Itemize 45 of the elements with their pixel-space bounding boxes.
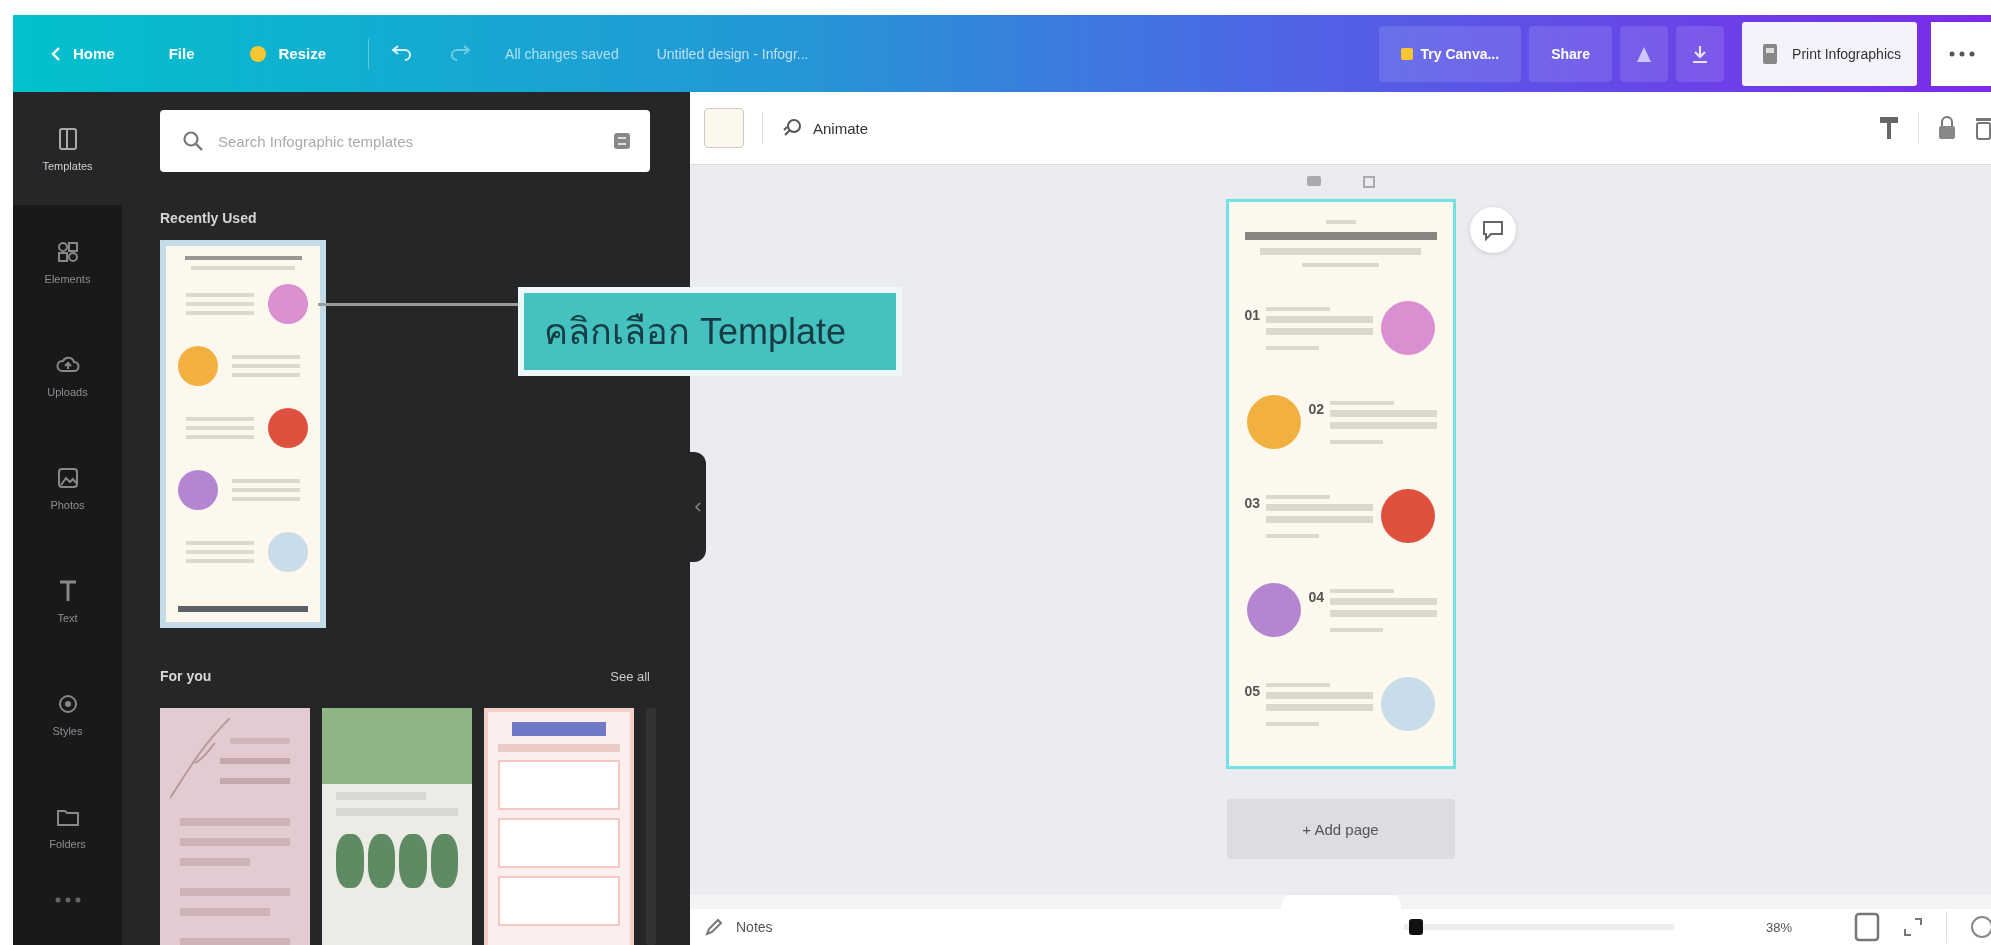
rail-tab[interactable]: Templates [13, 92, 122, 205]
panel-collapse-handle[interactable] [690, 452, 706, 562]
share-button[interactable]: Share [1529, 25, 1613, 82]
undo-icon [391, 43, 414, 61]
step-number: 03 [1244, 494, 1261, 511]
animate-button[interactable]: Animate [781, 117, 869, 139]
insights-button[interactable] [1620, 25, 1669, 82]
more-icon[interactable] [54, 897, 81, 903]
page-icon[interactable] [1854, 912, 1880, 942]
background-color-swatch[interactable] [704, 108, 744, 148]
infographic-page[interactable]: 01 02 03 04 05 [1225, 199, 1456, 769]
print-button[interactable]: Print Infographics [1742, 21, 1917, 86]
template-card[interactable] [484, 708, 634, 945]
try-pro-button[interactable]: Try Canva... [1378, 25, 1522, 82]
template-thumbnail[interactable] [160, 240, 326, 628]
comment-icon [1480, 219, 1505, 241]
notes-icon [704, 917, 724, 937]
section-title: Recently Used [160, 210, 258, 226]
see-all-link[interactable]: See all [610, 669, 650, 684]
document-icon [1762, 42, 1779, 65]
lock-icon[interactable] [1937, 115, 1957, 141]
more-button[interactable] [1931, 21, 1991, 86]
paint-roller-icon[interactable] [1878, 115, 1900, 141]
annotation-label: คลิกเลือก Template [518, 287, 903, 376]
step-number: 04 [1308, 588, 1325, 605]
section-title: For you [160, 668, 212, 684]
more-icon [1949, 50, 1975, 57]
chevron-left-icon [51, 45, 61, 62]
zoom-percentage[interactable]: 38% [1765, 919, 1792, 935]
search-field[interactable]: Search Infographic templates [160, 110, 650, 172]
redo-icon [449, 43, 472, 61]
filter-icon[interactable] [612, 131, 632, 151]
add-page-button[interactable]: + Add page [1226, 799, 1455, 859]
step-number: 02 [1308, 400, 1325, 417]
step-number: 01 [1244, 306, 1261, 323]
comment-button[interactable] [1469, 207, 1516, 253]
notes-button[interactable]: Notes [704, 917, 773, 937]
download-button[interactable] [1676, 25, 1725, 82]
save-status: All changes saved [505, 45, 619, 62]
chevron-left-icon [695, 502, 701, 512]
fullscreen-icon[interactable] [1902, 916, 1924, 938]
step-number: 05 [1244, 682, 1261, 699]
template-card[interactable] [322, 708, 472, 945]
trash-icon[interactable] [1975, 115, 1991, 141]
search-icon [182, 130, 204, 152]
